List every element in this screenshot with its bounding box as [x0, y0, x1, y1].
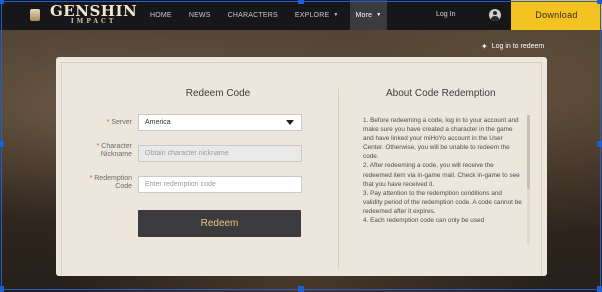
- logo-emblem-icon: [30, 9, 40, 21]
- about-paragraph: 3. Pay attention to the redemption condi…: [363, 189, 522, 215]
- redemption-code-input[interactable]: Enter redemption code: [138, 176, 302, 193]
- user-avatar-icon[interactable]: [489, 9, 501, 21]
- nav-news[interactable]: NEWS: [189, 0, 211, 30]
- about-paragraph: 1. Before redeeming a code, log in to yo…: [363, 117, 519, 161]
- nav-more[interactable]: More ▼: [349, 0, 388, 30]
- resize-handle[interactable]: [0, 286, 4, 292]
- nav-more-label: More: [355, 11, 373, 19]
- server-label-text: Server: [111, 119, 132, 126]
- about-paragraph: 4. Each redemption code can only be used: [363, 217, 485, 225]
- about-text[interactable]: 1. Before redeeming a code, log in to yo…: [363, 116, 523, 254]
- resize-handle[interactable]: [597, 286, 602, 292]
- caret-down-icon: [286, 120, 294, 125]
- nickname-label-line1: Character: [101, 143, 132, 150]
- nickname-placeholder: Obtain character nickname: [145, 150, 229, 157]
- text-fade-overlay: [363, 241, 523, 255]
- nav-characters[interactable]: CHARACTERS: [228, 0, 278, 30]
- column-divider: [338, 89, 339, 269]
- redeem-button-label: Redeem: [200, 218, 239, 229]
- character-nickname-label: * Character Nickname: [62, 143, 132, 159]
- top-navigation-bar: GENSHIN IMPACT HOME NEWS CHARACTERS EXPL…: [0, 0, 602, 30]
- nav-home[interactable]: HOME: [150, 0, 172, 30]
- redeem-card: Redeem Code * Server America * Character…: [56, 57, 547, 276]
- redeem-button[interactable]: Redeem: [138, 210, 301, 237]
- star-icon: ✦: [481, 42, 488, 51]
- logo-wordmark: GENSHIN IMPACT: [50, 4, 137, 26]
- resize-handle[interactable]: [0, 141, 4, 147]
- chevron-down-icon: ▼: [376, 12, 382, 18]
- code-label-line2: Code: [115, 183, 132, 190]
- server-label: * Server: [62, 119, 132, 127]
- main-nav: HOME NEWS CHARACTERS EXPLORE ▼ More ▼: [150, 0, 404, 30]
- login-link[interactable]: Log In: [436, 11, 455, 18]
- scrollbar-thumb[interactable]: [527, 115, 530, 189]
- code-placeholder: Enter redemption code: [145, 181, 216, 188]
- server-select[interactable]: America: [138, 114, 302, 131]
- chevron-down-icon: ▼: [333, 12, 339, 18]
- nav-explore[interactable]: EXPLORE ▼: [295, 0, 339, 30]
- redemption-code-label: * Redemption Code: [62, 175, 132, 191]
- server-select-value: America: [145, 119, 171, 126]
- download-button[interactable]: Download: [511, 0, 602, 30]
- about-paragraph: 2. After redeeming a code, you will rece…: [363, 162, 520, 188]
- login-to-redeem-link[interactable]: ✦ Log in to redeem: [481, 42, 544, 51]
- genshin-logo[interactable]: GENSHIN IMPACT: [30, 3, 137, 27]
- about-title: About Code Redemption: [386, 88, 496, 99]
- nav-characters-label: CHARACTERS: [227, 11, 278, 19]
- resize-handle[interactable]: [597, 0, 602, 4]
- character-nickname-field: Obtain character nickname: [138, 145, 302, 162]
- resize-handle[interactable]: [0, 0, 4, 4]
- nav-home-label: HOME: [150, 11, 172, 19]
- nickname-label-line2: Nickname: [100, 151, 132, 158]
- code-label-line1: Redemption: [94, 175, 132, 182]
- login-to-redeem-label: Log in to redeem: [491, 43, 545, 50]
- nav-news-label: NEWS: [188, 11, 211, 19]
- download-button-label: Download: [535, 10, 578, 20]
- redeem-title: Redeem Code: [185, 88, 251, 99]
- resize-handle[interactable]: [597, 141, 602, 147]
- nav-explore-label: EXPLORE: [294, 11, 330, 19]
- resize-handle[interactable]: [298, 286, 304, 292]
- resize-handle[interactable]: [298, 0, 304, 4]
